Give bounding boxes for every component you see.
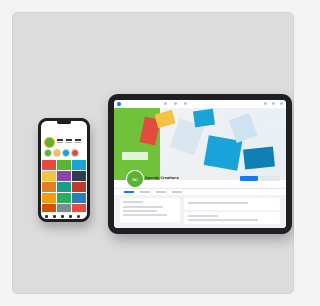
instagram-header [44, 129, 84, 135]
profile-icon[interactable] [77, 214, 80, 218]
highlight-item[interactable] [62, 149, 70, 157]
post-card [184, 212, 280, 224]
nav-account-icon[interactable] [280, 102, 283, 105]
highlight-item[interactable] [53, 149, 61, 157]
follow-button[interactable] [240, 176, 258, 181]
nav-home-icon[interactable] [164, 102, 167, 105]
instagram-post-thumbnail[interactable] [57, 171, 71, 181]
posts-count [57, 139, 63, 143]
tab-photos[interactable] [156, 191, 166, 193]
instagram-post-thumbnail[interactable] [42, 193, 56, 203]
cover-photo [114, 108, 286, 180]
page-profile-picture[interactable]: SC [126, 170, 144, 188]
tablet-device: SC Speedy Creations [108, 94, 292, 234]
story-highlights [44, 149, 84, 157]
nav-watch-icon[interactable] [174, 102, 177, 105]
tab-about[interactable] [140, 191, 150, 193]
instagram-post-thumbnail[interactable] [57, 160, 71, 170]
instagram-post-thumbnail[interactable] [57, 182, 71, 192]
tab-more[interactable] [172, 191, 182, 193]
profile-initials: SC [132, 176, 138, 182]
instagram-post-thumbnail[interactable] [42, 171, 56, 181]
followers-count[interactable] [66, 139, 72, 143]
heart-icon[interactable] [69, 214, 72, 218]
intro-box [120, 198, 180, 222]
instagram-post-thumbnail[interactable] [72, 193, 86, 203]
nav-notifications-icon[interactable] [272, 102, 275, 105]
tab-posts[interactable] [124, 191, 134, 193]
nav-menu-icon[interactable] [264, 102, 267, 105]
instagram-post-thumbnail[interactable] [72, 182, 86, 192]
instagram-post-thumbnail[interactable] [42, 182, 56, 192]
nav-market-icon[interactable] [184, 102, 187, 105]
phone-device [38, 118, 90, 222]
page-tabs [114, 188, 286, 195]
instagram-post-thumbnail[interactable] [72, 171, 86, 181]
phone-notch [57, 121, 71, 124]
facebook-logo-icon[interactable] [117, 102, 121, 106]
add-icon[interactable] [61, 214, 64, 218]
highlight-item[interactable] [44, 149, 52, 157]
instagram-avatar[interactable] [44, 137, 55, 148]
message-button[interactable] [260, 176, 280, 181]
instagram-post-thumbnail[interactable] [72, 160, 86, 170]
phone-screen [41, 121, 87, 219]
page-title: Speedy Creations [145, 175, 179, 180]
product-mockup-card: SC Speedy Creations [12, 12, 294, 294]
instagram-post-thumbnail[interactable] [42, 160, 56, 170]
instagram-post-thumbnail[interactable] [57, 193, 71, 203]
tablet-screen: SC Speedy Creations [114, 100, 286, 228]
create-post-box[interactable] [184, 198, 280, 210]
search-icon[interactable] [53, 214, 56, 218]
following-count[interactable] [75, 139, 81, 143]
highlight-item[interactable] [71, 149, 79, 157]
instagram-bottom-nav [41, 212, 87, 219]
instagram-home-icon[interactable] [45, 214, 48, 218]
page-feed [114, 195, 286, 228]
instagram-photo-grid [42, 160, 86, 219]
